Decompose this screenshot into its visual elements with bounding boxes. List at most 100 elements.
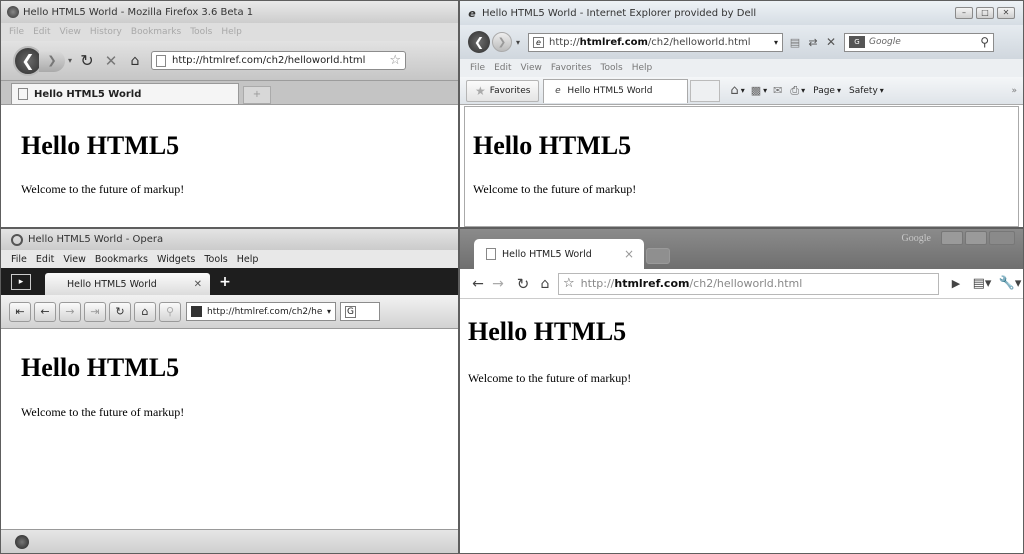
firefox-menu-history[interactable]: History [90,27,122,37]
ie-menu-help[interactable]: Help [632,63,653,73]
ie-page-menu[interactable]: Page ▾ [813,86,841,96]
chevron-more-icon[interactable]: » [1011,86,1017,96]
ie-new-tab-button[interactable] [690,79,721,102]
forward-icon[interactable]: → [488,276,508,292]
firefox-menu-file[interactable]: File [9,27,24,37]
chrome-tab[interactable]: Hello HTML5 World × [474,239,644,269]
opera-menu-edit[interactable]: Edit [36,254,54,265]
page-menu-icon[interactable]: ▤▾ [969,276,995,291]
firefox-window-title: Hello HTML5 World - Mozilla Firefox 3.6 … [23,6,254,18]
ie-menu-file[interactable]: File [470,63,485,73]
dropdown-chevron-icon[interactable]: ▾ [327,307,331,316]
ie-search-placeholder: Google [869,37,901,47]
back-icon[interactable]: ❮ [468,31,490,53]
dropdown-chevron-icon[interactable]: ▾ [65,56,75,65]
opera-tab[interactable]: Hello HTML5 World ✕ [45,273,210,295]
opera-menu-widgets[interactable]: Widgets [157,254,195,265]
bookmark-star-icon[interactable]: ☆ [389,53,401,68]
firefox-menu-tools[interactable]: Tools [190,27,212,37]
feeds-icon[interactable]: ▩ [751,84,761,97]
chrome-omnibox[interactable]: ☆ http:// htmlref.com /ch2/helloworld.ht… [558,272,939,295]
forward-icon[interactable]: → [59,301,81,322]
opera-menu-file[interactable]: File [11,254,27,265]
reload-icon[interactable]: ↻ [109,301,131,322]
dropdown-chevron-icon[interactable]: ▾ [512,38,524,47]
forward-icon[interactable]: ❯ [492,32,512,52]
opera-menu-view[interactable]: View [63,254,86,265]
ie-address-row: ❮ ❯ ▾ e http:// htmlref.com /ch2/hellowo… [460,25,1023,59]
firefox-menu-edit[interactable]: Edit [33,27,50,37]
ie-safety-menu[interactable]: Safety ▾ [849,86,884,96]
minimize-icon[interactable]: – [955,7,973,19]
firefox-menu-view[interactable]: View [60,27,81,37]
rewind-icon[interactable]: ⇤ [9,301,31,322]
key-icon[interactable]: ⚲ [159,301,181,322]
opera-unite-icon[interactable] [15,534,29,549]
firefox-new-tab-button[interactable]: + [243,85,271,104]
reload-icon[interactable]: ↻ [512,275,534,293]
ie-menu-bar: File Edit View Favorites Tools Help [460,59,1023,77]
dropdown-chevron-icon[interactable]: ▾ [763,86,767,95]
page-heading: Hello HTML5 [21,131,180,160]
ie-menu-view[interactable]: View [521,63,542,73]
close-icon[interactable]: ✕ [997,7,1015,19]
ie-title-bar: e Hello HTML5 World - Internet Explorer … [460,1,1023,25]
minimize-icon[interactable] [941,231,963,245]
ie-caption-buttons: – □ ✕ [952,7,1015,19]
opera-menu-tools[interactable]: Tools [204,254,227,265]
stop-icon[interactable]: ✕ [822,33,840,51]
dropdown-chevron-icon[interactable]: ▾ [774,38,778,47]
ie-menu-edit[interactable]: Edit [494,63,511,73]
compatibility-icon[interactable]: ▤ [786,33,804,51]
ie-favorites-button[interactable]: ★ Favorites [466,79,540,102]
ie-tab[interactable]: e Hello HTML5 World [543,78,689,103]
wrench-icon[interactable]: 🔧▾ [997,276,1023,291]
ie-search-box[interactable]: G Google ⚲ [844,32,994,52]
home-icon[interactable]: ⌂ [123,50,147,72]
page-icon [18,88,28,100]
ie-address-bar[interactable]: e http:// htmlref.com /ch2/helloworld.ht… [528,32,783,52]
opera-search-box[interactable]: G [340,302,380,321]
home-icon[interactable]: ⌂ [134,301,156,322]
reload-icon[interactable]: ↻ [75,50,99,72]
go-icon[interactable]: ▶ [947,277,965,290]
search-icon[interactable]: ⚲ [980,35,989,49]
opera-address-bar[interactable]: http://htmlref.com/ch2/he ▾ [186,302,336,321]
ie-menu-favorites[interactable]: Favorites [551,63,592,73]
panel-toggle-icon[interactable]: ▸ [11,273,31,290]
home-icon[interactable]: ⌂ [534,276,556,292]
opera-nav-bar: ⇤ ← → ⇥ ↻ ⌂ ⚲ http://htmlref.com/ch2/he … [1,295,458,329]
refresh-icon[interactable]: ⇄ [804,33,822,51]
firefox-menu-help[interactable]: Help [221,27,242,37]
chrome-toolbar: ← → ↻ ⌂ ☆ http:// htmlref.com /ch2/hello… [460,269,1023,299]
search-engine-icon: G [345,305,356,318]
maximize-icon[interactable] [965,231,987,245]
chrome-new-tab-button[interactable] [646,248,670,264]
dropdown-chevron-icon[interactable]: ▾ [741,86,745,95]
fast-forward-icon[interactable]: ⇥ [84,301,106,322]
close-icon[interactable]: ✕ [194,279,202,290]
chrome-url-domain: htmlref.com [614,277,690,290]
opera-menu-bookmarks[interactable]: Bookmarks [95,254,148,265]
opera-menu-help[interactable]: Help [237,254,259,265]
firefox-url-bar[interactable]: http://htmlref.com/ch2/helloworld.html ☆ [151,51,406,70]
firefox-menu-bookmarks[interactable]: Bookmarks [131,27,181,37]
star-icon[interactable]: ☆ [563,276,575,291]
ie-menu-tools[interactable]: Tools [601,63,623,73]
dropdown-chevron-icon[interactable]: ▾ [801,86,805,95]
opera-new-tab-button[interactable]: + [216,273,234,291]
opera-status-bar [1,529,458,553]
close-icon[interactable] [989,231,1015,245]
home-icon[interactable]: ⌂ [730,83,738,98]
maximize-icon[interactable]: □ [976,7,994,19]
close-icon[interactable]: × [624,247,634,261]
back-icon[interactable]: ← [468,276,488,292]
print-icon[interactable]: ⎙ [790,84,799,98]
stop-icon[interactable]: ✕ [99,50,123,72]
firefox-url-text: http://htmlref.com/ch2/helloworld.html [172,55,366,66]
opera-tab-label: Hello HTML5 World [67,278,157,290]
firefox-tab[interactable]: Hello HTML5 World [11,82,239,104]
back-icon[interactable]: ← [34,301,56,322]
forward-icon[interactable]: ❯ [39,49,65,72]
mail-icon[interactable]: ✉ [773,84,782,97]
